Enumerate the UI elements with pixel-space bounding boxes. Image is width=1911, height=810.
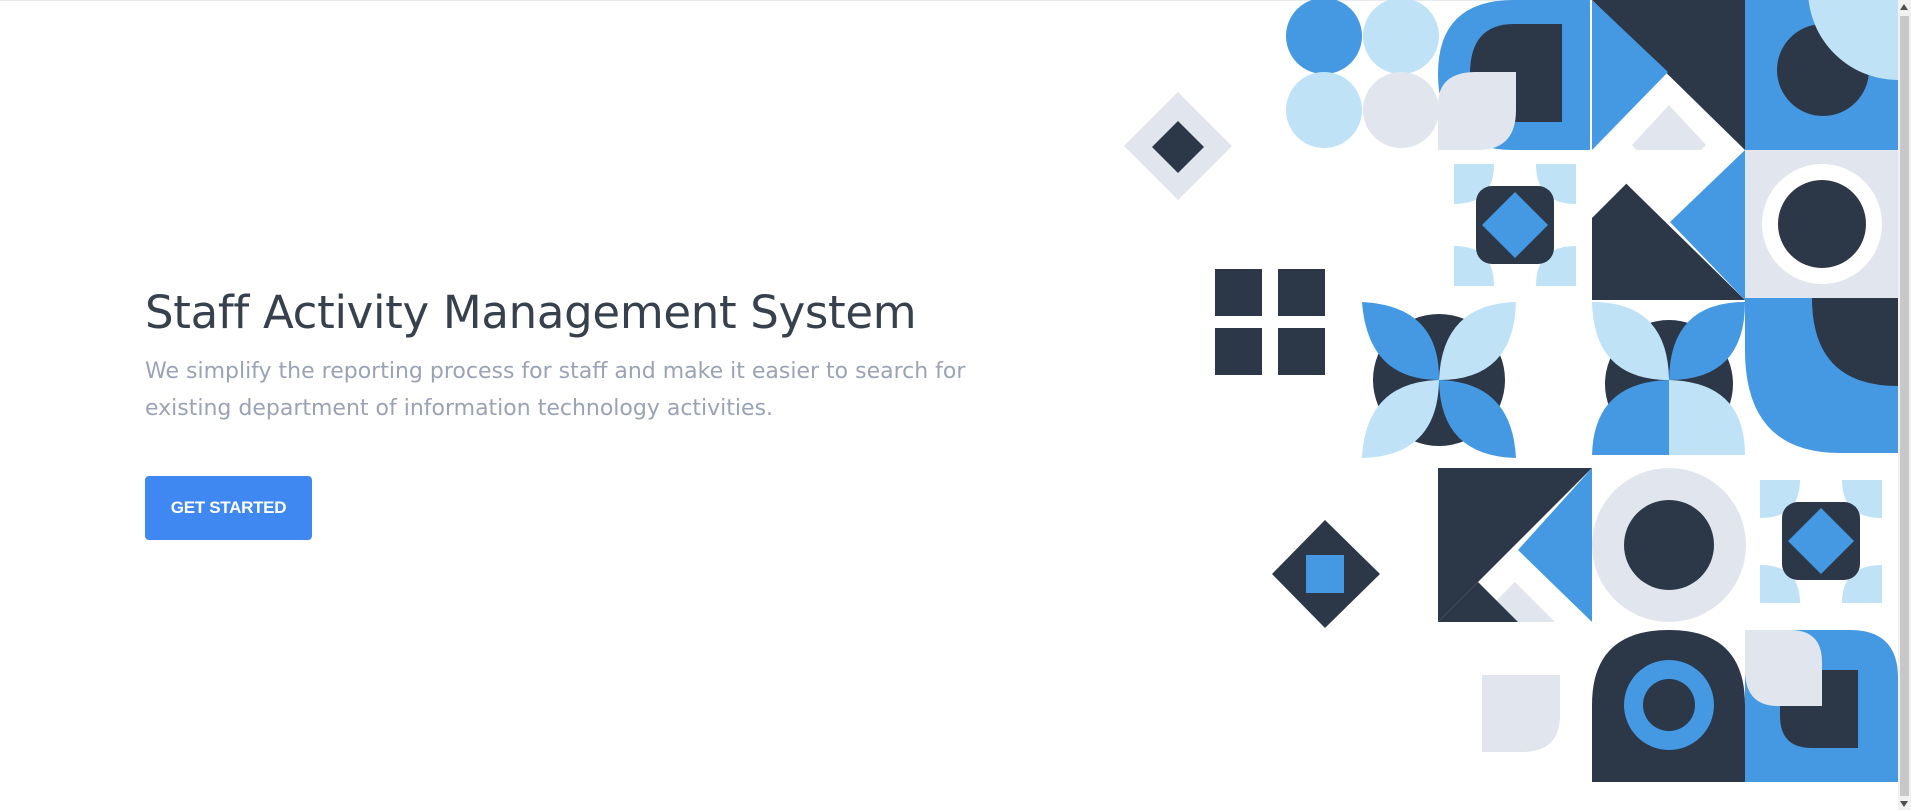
diagonal-triangle-tile (1592, 150, 1745, 300)
pinwheel-flower-tile (1362, 302, 1516, 458)
large-ring-tile (1592, 468, 1746, 622)
rounded-corner-tile (1745, 630, 1898, 782)
four-squares-shape (1215, 269, 1325, 375)
flower-diamond-tile (1454, 164, 1576, 286)
scrollbar-thumb[interactable] (1900, 16, 1909, 796)
vertical-scrollbar[interactable] (1898, 0, 1911, 810)
small-flower-diamond-tile (1760, 480, 1882, 603)
quarter-arch-shape (1438, 0, 1590, 150)
get-started-button[interactable]: GET STARTED (145, 476, 312, 540)
circle-ring-tile (1745, 150, 1898, 300)
diamond-outline-shape (1124, 92, 1232, 200)
triangle-block-tile (1438, 468, 1592, 622)
scroll-up-arrow-icon[interactable] (1900, 4, 1908, 10)
scroll-down-arrow-icon[interactable] (1900, 801, 1908, 807)
geometric-pattern-illustration (1124, 0, 1898, 782)
hero-description: We simplify the reporting process for st… (145, 359, 966, 421)
page-title: Staff Activity Management System (145, 286, 917, 339)
circle-cluster-shape (1286, 0, 1439, 148)
arch-tile (1745, 298, 1898, 453)
hero-section: Staff Activity Management System We simp… (145, 283, 1025, 427)
target-tile (1592, 630, 1745, 782)
ring-tile (1745, 0, 1898, 150)
leaf-shape (1482, 675, 1560, 752)
diamond-square-shape (1272, 520, 1380, 628)
petal-circle-tile (1592, 302, 1745, 455)
